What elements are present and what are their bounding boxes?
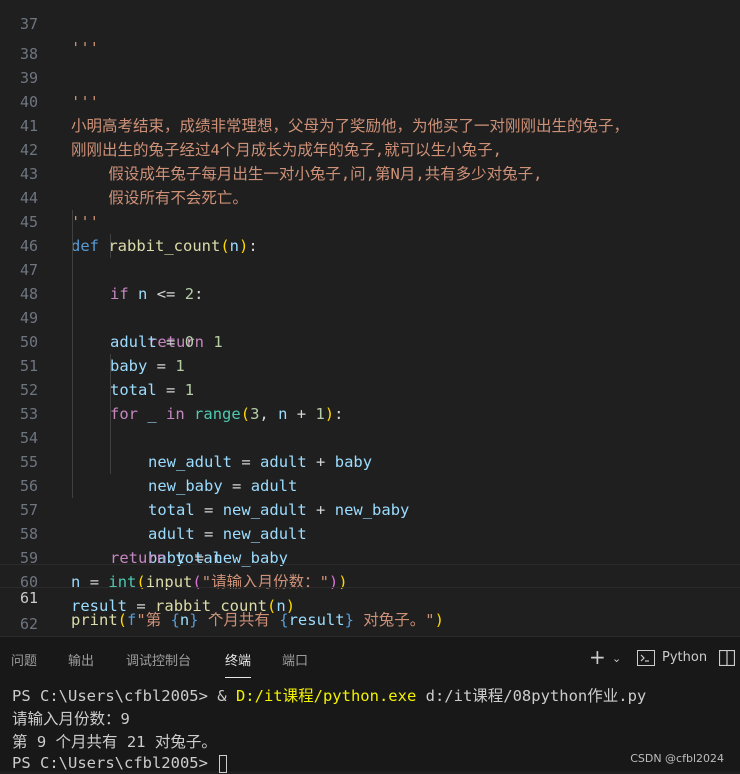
code-line[interactable]: 58	[0, 498, 740, 543]
terminal-output[interactable]: PS C:\Users\cfbl2005> & D:/it课程/python.e…	[0, 682, 740, 773]
split-panel-icon[interactable]	[718, 649, 736, 670]
terminal-profile-label[interactable]: Python	[662, 650, 707, 665]
code-line[interactable]: 56 baby = new_baby	[0, 450, 740, 567]
code-line[interactable]: 53 new_baby = adult	[0, 378, 740, 495]
code-line[interactable]: 43 假设所有不会死亡。	[0, 138, 740, 207]
code-line[interactable]: 49 baby = 1	[0, 282, 740, 375]
watermark: CSDN @cfbl2024	[630, 752, 724, 765]
code-line[interactable]: 45 def rabbit_count(n):	[0, 186, 740, 255]
tab-problems[interactable]: 问题	[11, 650, 37, 669]
code-line[interactable]: 54 total = new_adult + new_baby	[0, 402, 740, 519]
terminal-line: PS C:\Users\cfbl2005> & D:/it课程/python.e…	[12, 687, 647, 705]
code-line[interactable]: 63	[0, 612, 740, 636]
plus-icon[interactable]: +	[589, 645, 606, 669]
terminal-icon[interactable]	[637, 650, 655, 670]
code-line[interactable]: 55 adult = new_adult	[0, 426, 740, 543]
chevron-down-icon[interactable]: ⌄	[612, 652, 621, 665]
code-line[interactable]: 62	[0, 588, 740, 633]
code-line[interactable]: 44 '''	[0, 162, 740, 231]
terminal-line: 第 9 个月共有 21 对兔子。	[12, 733, 217, 751]
code-line[interactable]: 52 new_adult = adult + baby	[0, 354, 740, 471]
code-line[interactable]: 47 return 1	[0, 234, 740, 351]
code-line-active[interactable]: 61 print(f"第 {n} 个月共有 {result} 对兔子。")	[0, 564, 740, 629]
code-line[interactable]: 51 for _ in range(3, n + 1):	[0, 330, 740, 423]
tab-ports[interactable]: 端口	[282, 650, 308, 669]
tab-debug-console[interactable]: 调试控制台	[126, 650, 191, 669]
code-editor[interactable]: 37 ''' 38 39 ''' 40 小明高考结束，成绩非常理想，父母为了奖励…	[0, 0, 740, 636]
code-line[interactable]: 46 if n <= 2:	[0, 210, 740, 303]
code-line[interactable]: 37 '''	[0, 0, 740, 57]
code-line[interactable]: 48 adult = 0	[0, 258, 740, 351]
code-line[interactable]: 50 total = 1	[0, 306, 740, 399]
tab-terminal[interactable]: 终端	[225, 650, 252, 678]
code-line[interactable]: 41 刚刚出生的兔子经过4个月成长为成年的兔子,就可以生小兔子,	[0, 90, 740, 159]
terminal-line: 请输入月份数：9	[12, 710, 130, 728]
tab-output[interactable]: 输出	[68, 650, 94, 669]
code-line[interactable]: 39 '''	[0, 42, 740, 111]
code-line[interactable]: 59 n = int(input("请输入月份数："))	[0, 522, 740, 591]
code-line[interactable]: 38	[0, 18, 740, 63]
terminal-cursor	[219, 754, 228, 773]
code-line[interactable]: 40 小明高考结束，成绩非常理想，父母为了奖励他，为他买了一对刚刚出生的兔子，	[0, 66, 740, 135]
panel-tab-bar: 问题 输出 调试控制台 终端 端口 + ⌄ Python	[0, 636, 740, 682]
code-line[interactable]: 57 return total	[0, 474, 740, 567]
code-line[interactable]: 42 假设成年兔子每月出生一对小兔子,问,第N月,共有多少对兔子,	[0, 114, 740, 183]
